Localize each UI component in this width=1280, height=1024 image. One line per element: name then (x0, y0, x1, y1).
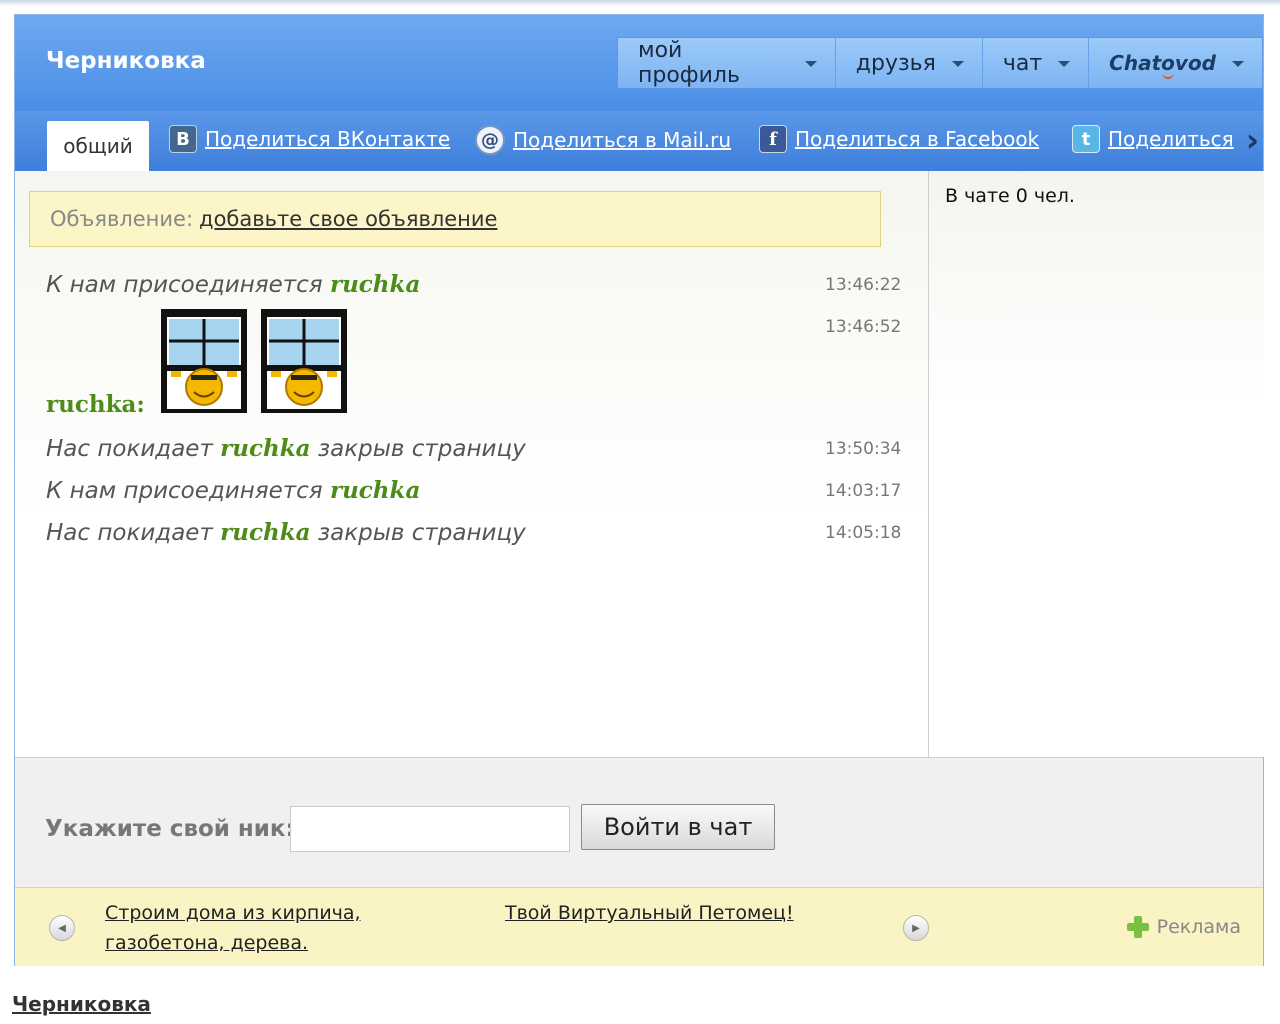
chevron-right-icon[interactable]: › (1246, 124, 1259, 156)
message-time: 14:05:18 (825, 523, 902, 543)
message-nick[interactable]: ruchka (330, 271, 420, 298)
top-navigation: мой профиль друзья чат Chatovod (617, 37, 1263, 89)
smiley-window-icon (261, 309, 347, 413)
system-message: Нас покидает ruchka закрыв страницу (46, 435, 526, 462)
login-bar: Укажите свой ник: Войти в чат (15, 757, 1263, 888)
ads-label[interactable]: Реклама (1125, 914, 1241, 940)
ad-link-houses[interactable]: Строим дома из кирпича, газобетона, дере… (105, 898, 361, 958)
message-time: 13:46:52 (825, 317, 902, 337)
message-time: 13:50:34 (825, 439, 902, 459)
message-text: закрыв страницу (310, 436, 526, 462)
nav-chatovod-menu[interactable]: Chatovod (1089, 38, 1262, 88)
arrow-left-icon[interactable]: ◀ (49, 915, 75, 941)
ad-link-pet[interactable]: Твой Виртуальный Петомец! (505, 898, 794, 928)
message-text: К нам присоединяется (46, 478, 330, 504)
chat-header: Черниковка мой профиль друзья чат Chatov… (15, 15, 1263, 111)
twitter-icon: t (1072, 125, 1100, 153)
top-edge (0, 0, 1280, 6)
message-author[interactable]: ruchka: (46, 391, 145, 418)
user-list-panel: В чате 0 чел. (928, 171, 1264, 757)
online-count: В чате 0 чел. (945, 185, 1075, 207)
nav-my-profile-label: мой профиль (638, 38, 740, 88)
ad-bar: ◀ Строим дома из кирпича, газобетона, де… (15, 887, 1263, 966)
enter-chat-button[interactable]: Войти в чат (581, 804, 775, 850)
nav-chat-label: чат (1002, 50, 1043, 76)
chevron-down-icon (1232, 61, 1244, 67)
add-announcement-link[interactable]: добавьте свое объявление (199, 207, 497, 231)
announcement-bar: Объявление: добавьте свое объявление (29, 191, 881, 247)
message-time: 14:03:17 (825, 481, 902, 501)
ads-label-text: Реклама (1156, 916, 1241, 938)
nav-my-profile[interactable]: мой профиль (618, 38, 836, 88)
system-message: К нам присоединяется ruchka (46, 271, 420, 298)
message-text: Нас покидает (46, 436, 221, 462)
message-text: Нас покидает (46, 520, 221, 546)
message-area: Объявление: добавьте свое объявление К н… (15, 171, 928, 757)
system-message: Нас покидает ruchka закрыв страницу (46, 519, 526, 546)
message-nick[interactable]: ruchka (220, 435, 310, 462)
ad-line: Строим дома из кирпича, (105, 902, 361, 924)
message-text: К нам присоединяется (46, 272, 330, 298)
share-twitter: t Поделиться (1072, 125, 1234, 153)
chatovod-logo: Chatovod (1109, 51, 1216, 75)
mailru-icon: @ (475, 125, 505, 155)
tab-bar: общий B Поделиться ВКонтакте @ Поделитьс… (15, 111, 1263, 171)
message-time: 13:46:22 (825, 275, 902, 295)
nav-friends[interactable]: друзья (836, 38, 983, 88)
chat-title: Черниковка (46, 48, 206, 74)
nav-friends-label: друзья (855, 50, 936, 76)
system-message: К нам присоединяется ruchka (46, 477, 420, 504)
message-nick[interactable]: ruchka (330, 477, 420, 504)
chevron-down-icon (804, 61, 817, 67)
share-facebook-link[interactable]: Поделиться в Facebook (795, 127, 1039, 151)
nick-label: Укажите свой ник: (45, 816, 295, 842)
arrow-right-icon[interactable]: ▶ (903, 915, 929, 941)
ad-line: газобетона, дерева. (105, 932, 309, 954)
tab-general[interactable]: общий (47, 121, 149, 171)
announcement-label: Объявление: (50, 207, 194, 231)
share-facebook: f Поделиться в Facebook (759, 125, 1039, 153)
share-mail-link[interactable]: Поделиться в Mail.ru (513, 128, 731, 152)
plus-icon (1125, 914, 1151, 940)
message-nick[interactable]: ruchka (220, 519, 310, 546)
chevron-down-icon (951, 61, 964, 67)
nick-input[interactable] (290, 806, 570, 852)
share-vk: B Поделиться ВКонтакте (169, 125, 450, 153)
share-vk-link[interactable]: Поделиться ВКонтакте (205, 127, 450, 151)
chevron-down-icon (1058, 61, 1071, 67)
vk-icon: B (169, 125, 197, 153)
footer-chat-link[interactable]: Черниковка (12, 992, 151, 1016)
nav-chat[interactable]: чат (983, 38, 1090, 88)
chat-widget: Черниковка мой профиль друзья чат Chatov… (14, 14, 1264, 966)
share-twitter-link[interactable]: Поделиться (1108, 127, 1234, 151)
message-text: закрыв страницу (310, 520, 526, 546)
smiley-window-icon (161, 309, 247, 413)
facebook-icon: f (759, 125, 787, 153)
share-mail: @ Поделиться в Mail.ru (475, 125, 731, 155)
